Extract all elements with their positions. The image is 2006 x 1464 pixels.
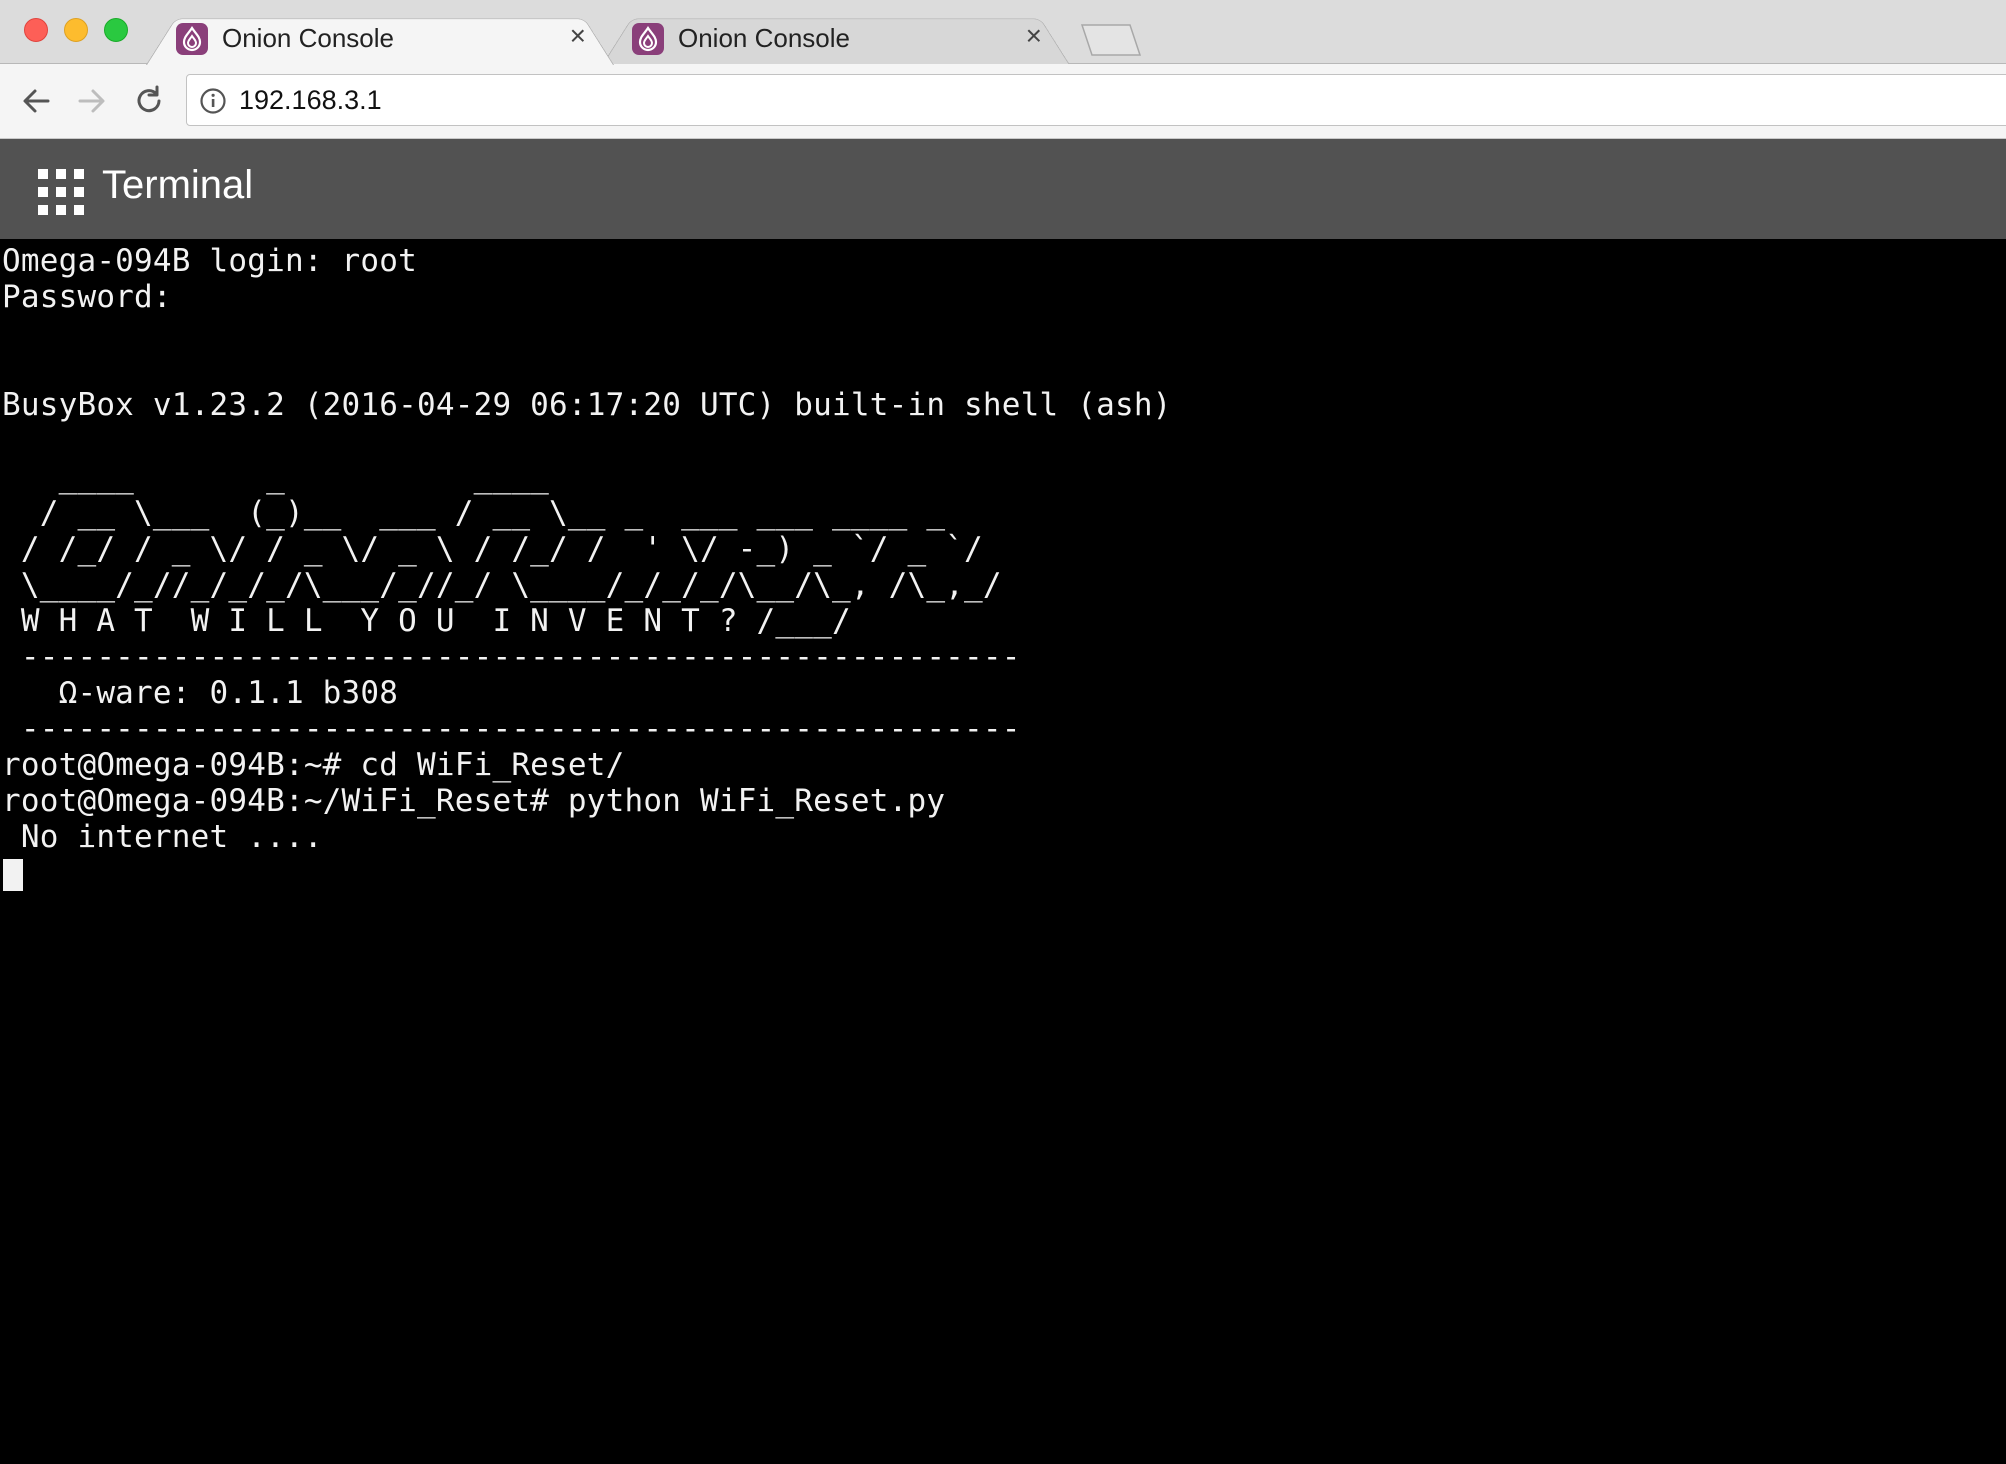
ascii-logo-line: ____ _ ____ [2,459,550,495]
ascii-logo-line: / /_/ / _ \/ / _ \/ _ \ / /_/ / ' \/ -_)… [2,531,983,567]
app-title: Terminal [102,163,254,207]
terminal-line: Omega-094B login: root [2,243,417,279]
ascii-logo-line: \____/_//_/_/_/\___/_//_/ \____/_/_/_/\_… [2,567,1002,603]
terminal-cursor [3,859,23,891]
browser-tab-strip: Onion Console × Onion Console × [0,0,2006,65]
browser-tab-inactive[interactable]: Onion Console × [602,9,1070,65]
tab-close-icon[interactable]: × [570,21,586,51]
app-header: Terminal [0,139,2006,239]
window-zoom-button[interactable] [104,18,128,42]
reload-icon[interactable] [131,83,167,119]
onion-favicon-icon [176,23,208,55]
address-bar[interactable]: 192.168.3.1 [186,74,2006,126]
window-minimize-button[interactable] [64,18,88,42]
browser-toolbar: 192.168.3.1 [0,64,2006,139]
tab-title: Onion Console [678,23,850,53]
back-arrow-icon[interactable] [18,83,54,119]
info-icon[interactable] [199,87,227,115]
terminal-line: BusyBox v1.23.2 (2016-04-29 06:17:20 UTC… [2,387,1172,423]
ascii-logo-tagline: W H A T W I L L Y O U I N V E N T ? /___… [2,603,851,639]
terminal-line: No internet .... [2,819,323,855]
new-tab-button[interactable] [1080,24,1142,56]
terminal-divider: ----------------------------------------… [2,711,1021,747]
terminal-command-line: root@Omega-094B:~# cd WiFi_Reset/ [2,747,625,783]
tab-title: Onion Console [222,23,394,53]
terminal-divider: ----------------------------------------… [2,639,1021,675]
firmware-version-line: Ω-ware: 0.1.1 b308 [2,675,399,711]
browser-tab-active[interactable]: Onion Console × [146,9,614,65]
ascii-logo-line: / __ \___ (_)__ ___ / __ \__ _ ___ ___ _… [2,495,946,531]
tab-close-icon[interactable]: × [1026,21,1042,51]
window-close-button[interactable] [24,18,48,42]
onion-favicon-icon [632,23,664,55]
terminal-output: Omega-094B login: root Password: BusyBox… [2,243,1172,891]
terminal-screen[interactable]: Omega-094B login: root Password: BusyBox… [0,240,2006,1464]
apps-grid-icon[interactable] [38,169,84,215]
terminal-input-line[interactable] [2,855,1172,891]
terminal-line: Password: [2,279,191,315]
terminal-command-line: root@Omega-094B:~/WiFi_Reset# python WiF… [2,783,946,819]
url-text[interactable]: 192.168.3.1 [239,85,382,116]
forward-arrow-icon[interactable] [74,83,110,119]
